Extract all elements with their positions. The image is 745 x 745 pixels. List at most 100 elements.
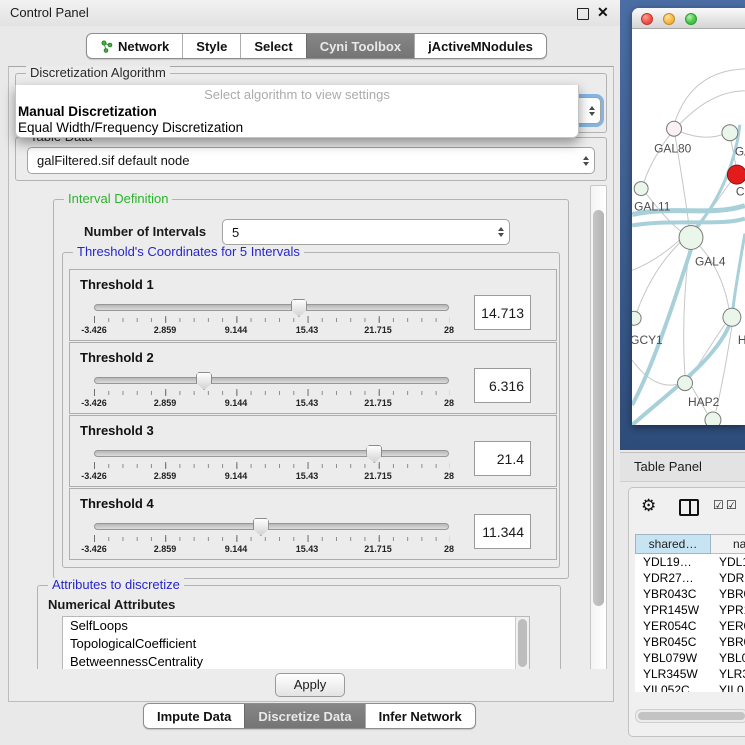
slider-track[interactable] xyxy=(94,523,449,530)
threshold-4-value-field[interactable]: 11.344 xyxy=(474,514,531,549)
tab-cyni-toolbox[interactable]: Cyni Toolbox xyxy=(306,34,414,58)
table-row[interactable]: YBL079WYBL0 xyxy=(635,650,745,666)
threshold-2-value-field[interactable]: 6.316 xyxy=(474,368,531,403)
minimize-traffic-light[interactable] xyxy=(663,13,675,25)
attributes-group-label: Attributes to discretize xyxy=(48,578,184,592)
table-row[interactable]: YDR27…YDR2 xyxy=(635,570,745,586)
slider-scale: -3.4262.8599.14415.4321.71528 xyxy=(94,544,449,555)
table-panel-titlebar: Table Panel xyxy=(620,452,745,482)
apply-button[interactable]: Apply xyxy=(275,673,345,697)
node-gal80[interactable] xyxy=(667,121,682,136)
table-row[interactable]: YPR145WYPR1 xyxy=(635,602,745,618)
tab-network-label: Network xyxy=(118,39,169,54)
gear-icon[interactable]: ⚙ xyxy=(641,496,656,516)
table-header-row: shared… na xyxy=(635,534,745,554)
interval-definition-group-label: Interval Definition xyxy=(64,192,172,206)
column-header-name[interactable]: na xyxy=(711,534,745,554)
table-row[interactable]: YER054CYER0 xyxy=(635,618,745,634)
table-row[interactable]: YBR045CYBR0 xyxy=(635,634,745,650)
dropdown-option-manual[interactable]: Manual Discretization xyxy=(16,104,578,120)
tab-network[interactable]: Network xyxy=(87,34,182,58)
threshold-1-slider[interactable]: -3.4262.8599.14415.4321.71528 xyxy=(94,300,449,336)
control-panel-tabs: Network Style Select Cyni Toolbox jActiv… xyxy=(86,33,547,59)
combo-stepper-icon xyxy=(578,156,594,166)
threshold-3-panel: Threshold 3 -3.4262.8599.14415.4321.7152… xyxy=(69,415,557,487)
numerical-attributes-list[interactable]: SelfLoops TopologicalCoefficient Between… xyxy=(62,616,530,669)
threshold-1-value-field[interactable]: 14.713 xyxy=(474,295,531,330)
slider-track[interactable] xyxy=(94,304,449,311)
node-label-c-clipped: C xyxy=(736,185,745,199)
list-scrollbar[interactable] xyxy=(515,617,529,669)
node-red-selected[interactable] xyxy=(727,165,745,184)
network-canvas[interactable]: GAL80 GA C GAL11 GAL4 GCY1 H HAP2 xyxy=(632,29,745,425)
close-icon[interactable]: ✕ xyxy=(597,4,609,21)
tab-style-label: Style xyxy=(196,39,227,54)
zoom-traffic-light[interactable] xyxy=(685,13,697,25)
tab-select-label: Select xyxy=(254,39,292,54)
threshold-3-label: Threshold 3 xyxy=(80,423,154,438)
column-header-shared-name[interactable]: shared… xyxy=(635,534,711,554)
slider-major-ticks xyxy=(94,316,450,323)
table-row[interactable]: YBR043CYBR0 xyxy=(635,586,745,602)
slider-track[interactable] xyxy=(94,450,449,457)
discretization-algorithm-group-label: Discretization Algorithm xyxy=(26,66,170,80)
node-h[interactable] xyxy=(723,308,741,326)
settings-scroll-area: Interval Definition Number of Intervals … xyxy=(15,185,607,669)
table-row[interactable]: YIL052CYIL0 xyxy=(635,682,745,692)
slider-thumb[interactable] xyxy=(291,299,307,317)
cyni-toolbox-panel: Discretization Algorithm Select algorith… xyxy=(8,66,614,702)
number-of-intervals-combobox[interactable]: 5 xyxy=(222,219,510,245)
thresholds-group-label: Threshold's Coordinates for 5 Intervals xyxy=(73,245,304,259)
tab-infer-network-label: Infer Network xyxy=(379,709,462,724)
node-gcy1[interactable] xyxy=(632,311,641,325)
slider-scale: -3.4262.8599.14415.4321.71528 xyxy=(94,471,449,482)
table-panel-title: Table Panel xyxy=(634,459,702,474)
tab-infer-network[interactable]: Infer Network xyxy=(365,704,475,728)
tab-select[interactable]: Select xyxy=(240,34,305,58)
slider-thumb[interactable] xyxy=(366,445,382,463)
list-item[interactable]: TopologicalCoefficient xyxy=(63,635,529,653)
cyni-bottom-tabs: Impute Data Discretize Data Infer Networ… xyxy=(143,703,476,729)
columns-icon[interactable] xyxy=(679,499,699,516)
threshold-2-panel: Threshold 2 -3.4262.8599.14415.4321.7152… xyxy=(69,342,557,414)
node-top-right[interactable] xyxy=(722,125,738,141)
node-gal4[interactable] xyxy=(679,226,703,250)
thresholds-group: Threshold's Coordinates for 5 Intervals … xyxy=(62,252,560,568)
table-data-combobox[interactable]: galFiltered.sif default node xyxy=(27,147,595,174)
settings-vertical-scrollbar[interactable] xyxy=(590,185,607,669)
table-data-value: galFiltered.sif default node xyxy=(28,153,578,168)
node-gal11[interactable] xyxy=(634,182,648,196)
network-nodes[interactable] xyxy=(632,121,745,425)
scrollbar-thumb[interactable] xyxy=(638,712,745,720)
close-traffic-light[interactable] xyxy=(641,13,653,25)
slider-track[interactable] xyxy=(94,377,449,384)
threshold-3-value-field[interactable]: 21.4 xyxy=(474,441,531,476)
float-window-icon[interactable] xyxy=(577,8,589,20)
table-horizontal-scrollbar[interactable] xyxy=(635,709,745,723)
node-hap2[interactable] xyxy=(678,376,693,391)
checkbox-icon[interactable]: ☑ xyxy=(713,498,724,512)
slider-major-ticks xyxy=(94,535,450,542)
table-row[interactable]: YLR345WYLR3 xyxy=(635,666,745,682)
threshold-2-slider[interactable]: -3.4262.8599.14415.4321.71528 xyxy=(94,373,449,409)
tab-style[interactable]: Style xyxy=(182,34,240,58)
slider-thumb[interactable] xyxy=(253,518,269,536)
list-item[interactable]: BetweennessCentrality xyxy=(63,653,529,669)
table-row[interactable]: YDL19…YDL1 xyxy=(635,554,745,570)
list-item[interactable]: SelfLoops xyxy=(63,617,529,635)
node-label-gal4: GAL4 xyxy=(695,254,726,268)
slider-thumb[interactable] xyxy=(196,372,212,390)
checkbox-icon[interactable]: ☑ xyxy=(726,498,737,512)
slider-scale: -3.4262.8599.14415.4321.71528 xyxy=(94,398,449,409)
number-of-intervals-label: Number of Intervals xyxy=(84,224,206,239)
tab-impute-data[interactable]: Impute Data xyxy=(144,704,244,728)
tab-jactivemnodules[interactable]: jActiveMNodules xyxy=(414,34,546,58)
tab-discretize-data[interactable]: Discretize Data xyxy=(244,704,364,728)
dropdown-option-equal-width[interactable]: Equal Width/Frequency Discretization xyxy=(16,120,578,136)
node-bottom-clipped[interactable] xyxy=(705,412,721,425)
threshold-3-slider[interactable]: -3.4262.8599.14415.4321.71528 xyxy=(94,446,449,482)
scrollbar-thumb[interactable] xyxy=(593,210,604,606)
number-of-intervals-value: 5 xyxy=(223,225,493,240)
threshold-2-label: Threshold 2 xyxy=(80,350,154,365)
threshold-4-slider[interactable]: -3.4262.8599.14415.4321.71528 xyxy=(94,519,449,555)
